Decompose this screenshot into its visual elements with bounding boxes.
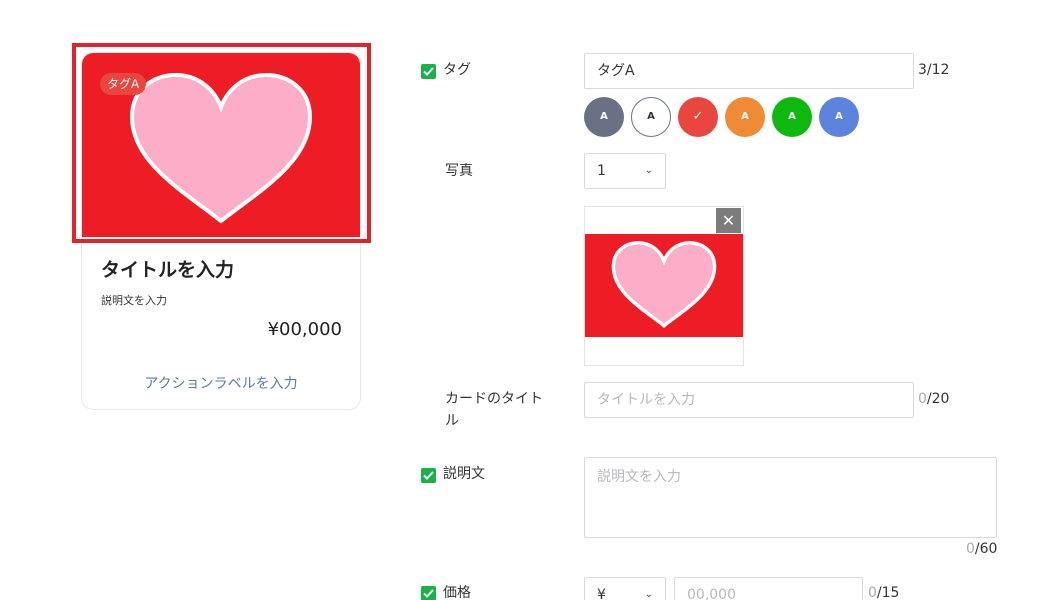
card-action-label[interactable]: アクションラベルを入力 bbox=[82, 373, 360, 393]
description-checkbox[interactable] bbox=[421, 468, 436, 483]
photo-label: 写真 bbox=[445, 163, 473, 179]
description-label: 説明文 bbox=[443, 466, 485, 482]
price-max: /15 bbox=[876, 585, 900, 600]
chevron-down-icon: ⌄ bbox=[644, 165, 653, 176]
preview-card: タグA タイトルを入力 説明文を入力 ¥00,000 アクションラベルを入力 bbox=[81, 52, 361, 410]
card-title-input[interactable]: タイトルを入力 bbox=[584, 382, 914, 418]
price-count: 0 bbox=[868, 585, 877, 600]
checkmark-icon bbox=[423, 589, 434, 598]
price-input[interactable]: 00,000 bbox=[674, 577, 863, 600]
heart-image bbox=[129, 72, 313, 224]
photo-count-value: 1 bbox=[597, 163, 606, 179]
description-count: 0 bbox=[966, 541, 975, 557]
checkmark-icon bbox=[423, 471, 434, 480]
photo-count-select[interactable]: 1 ⌄ bbox=[584, 153, 666, 189]
card-title-max: /20 bbox=[926, 391, 950, 407]
color-swatch-blue[interactable]: A bbox=[819, 97, 859, 137]
price-counter: 0/15 bbox=[868, 585, 899, 600]
description-counter: 0/60 bbox=[966, 541, 997, 557]
close-icon[interactable]: ✕ bbox=[716, 208, 741, 233]
color-swatch-red-selected[interactable]: ✓ bbox=[678, 97, 718, 137]
card-title-count: 0 bbox=[918, 391, 927, 407]
tag-checkbox[interactable] bbox=[421, 64, 436, 79]
checkmark-icon bbox=[423, 67, 434, 76]
description-textarea[interactable]: 説明文を入力 bbox=[584, 457, 997, 538]
card-description: 説明文を入力 bbox=[101, 294, 167, 307]
card-image[interactable]: タグA bbox=[82, 53, 360, 237]
tag-label: タグ bbox=[443, 62, 471, 78]
photo-upload-box[interactable]: ✕ bbox=[584, 206, 744, 366]
card-title: タイトルを入力 bbox=[101, 259, 235, 281]
tag-input[interactable]: タグA bbox=[584, 53, 914, 89]
currency-select[interactable]: ¥ ⌄ bbox=[584, 577, 666, 600]
price-checkbox[interactable] bbox=[421, 586, 436, 600]
currency-value: ¥ bbox=[597, 587, 606, 600]
card-title-label-line2: ル bbox=[445, 413, 459, 429]
color-swatch-gray[interactable]: A bbox=[584, 97, 624, 137]
card-tag-badge: タグA bbox=[100, 73, 147, 95]
price-label: 価格 bbox=[443, 585, 471, 600]
color-swatch-orange[interactable]: A bbox=[725, 97, 765, 137]
heart-thumbnail-icon bbox=[611, 241, 717, 328]
card-title-label-line1: カードのタイト bbox=[445, 391, 543, 407]
description-max: /60 bbox=[974, 541, 998, 557]
tag-count: 3 bbox=[918, 62, 927, 78]
card-title-counter: 0/20 bbox=[918, 391, 949, 407]
photo-thumbnail bbox=[585, 234, 743, 337]
tag-counter: 3/12 bbox=[918, 62, 949, 78]
color-swatch-white[interactable]: A bbox=[631, 97, 671, 137]
chevron-down-icon: ⌄ bbox=[644, 589, 653, 600]
color-swatch-green[interactable]: A bbox=[772, 97, 812, 137]
tag-max: /12 bbox=[926, 62, 950, 78]
card-price: ¥00,000 bbox=[267, 319, 342, 340]
